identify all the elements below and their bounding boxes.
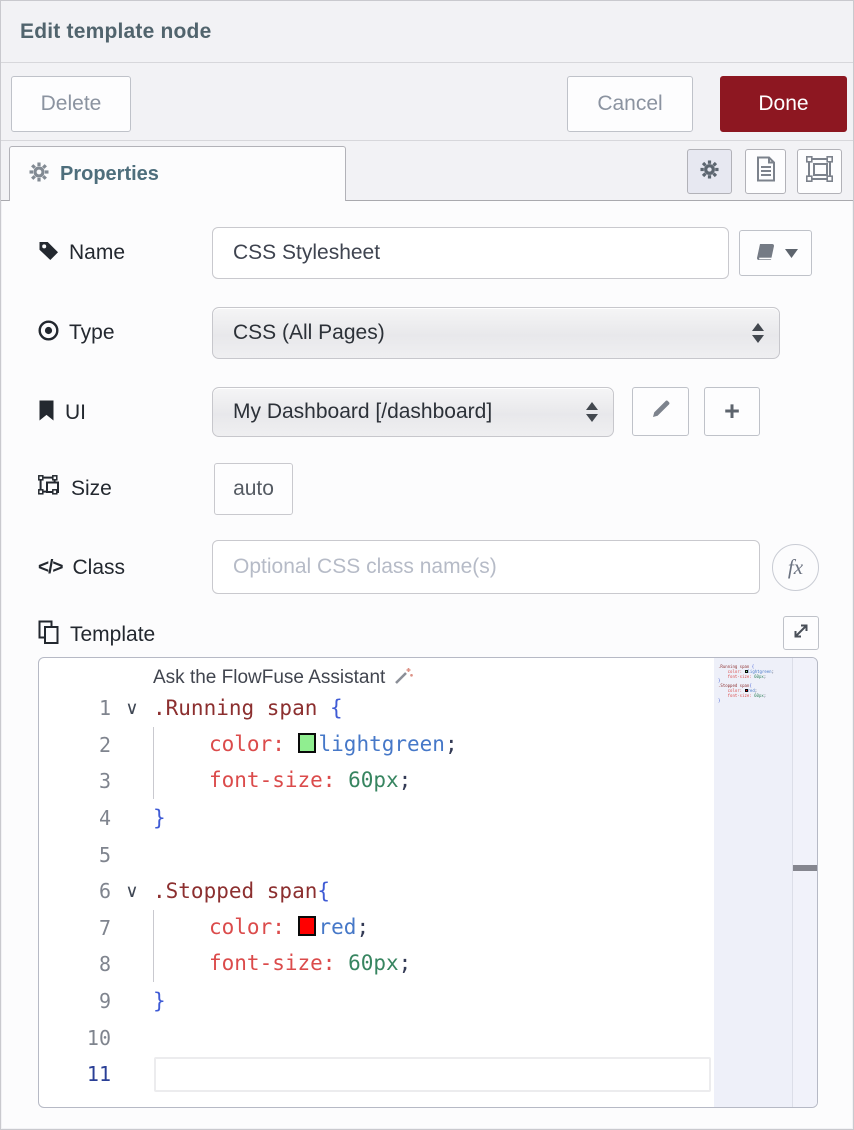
select-arrows-icon [586, 402, 598, 422]
color-swatch[interactable] [298, 916, 316, 936]
minimap-line: } [718, 699, 790, 704]
edit-template-node-dialog: Edit template node Delete Cancel Done Pr… [0, 0, 854, 1130]
action-bar: Delete Cancel Done [1, 64, 853, 141]
size-auto-button[interactable]: auto [214, 463, 293, 515]
code-line[interactable]: 2color: lightgreen; [39, 727, 817, 764]
code-line[interactable]: 9} [39, 983, 817, 1020]
type-label: Type [38, 307, 115, 359]
code-line[interactable]: 8font-size: 60px; [39, 946, 817, 983]
class-label: </> Class [38, 541, 125, 595]
template-code-editor[interactable]: Ask the FlowFuse Assistant 1∨.Running sp… [38, 657, 818, 1108]
code-line[interactable]: 4} [39, 800, 817, 837]
line-number: 3 [39, 769, 111, 793]
cancel-button[interactable]: Cancel [567, 76, 693, 132]
object-group-icon [806, 156, 833, 187]
class-input[interactable] [212, 540, 760, 594]
line-number: 4 [39, 806, 111, 830]
description-tab-button[interactable] [745, 149, 786, 194]
appearance-tab-button[interactable] [797, 149, 842, 194]
delete-button[interactable]: Delete [11, 76, 131, 132]
code-lines[interactable]: 1∨.Running span {2color: lightgreen;3fon… [39, 690, 817, 1093]
library-button[interactable] [739, 230, 812, 276]
expand-icon [793, 623, 809, 644]
line-number: 11 [39, 1062, 111, 1086]
line-number: 1 [39, 696, 111, 720]
circle-dot-icon [38, 320, 59, 347]
gear-icon [700, 160, 719, 184]
ui-select-value: My Dashboard [/dashboard] [213, 400, 578, 424]
copy-pages-icon [38, 620, 60, 651]
name-input[interactable] [212, 227, 729, 279]
line-number: 10 [39, 1026, 111, 1050]
add-ui-button[interactable]: + [704, 387, 760, 436]
type-select[interactable]: CSS (All Pages) [212, 307, 780, 359]
type-select-value: CSS (All Pages) [213, 321, 744, 345]
name-label: Name [38, 227, 125, 279]
line-number: 7 [39, 916, 111, 940]
edit-ui-button[interactable] [632, 387, 689, 436]
dialog-header: Edit template node [1, 1, 853, 63]
done-button[interactable]: Done [720, 76, 847, 132]
code-line[interactable]: 10 [39, 1019, 817, 1056]
code-line[interactable]: 1∨.Running span { [39, 690, 817, 727]
color-swatch[interactable] [298, 733, 316, 753]
caret-down-icon [785, 249, 798, 258]
code-icon: </> [38, 557, 62, 579]
gear-icon [29, 162, 49, 187]
editor-minimap[interactable]: .Running span { color: lightgreen; font-… [714, 658, 792, 1107]
pencil-icon [650, 398, 672, 425]
plus-icon: + [724, 398, 740, 425]
properties-panel: Name Type CSS (All Pages) [2, 201, 852, 1128]
fold-chevron-icon[interactable]: ∨ [111, 881, 153, 902]
editor-tab-bar: Properties [1, 142, 853, 201]
ui-select[interactable]: My Dashboard [/dashboard] [212, 387, 614, 437]
bookmark-icon [38, 400, 55, 427]
scrollbar-thumb[interactable] [793, 865, 817, 871]
size-label: Size [38, 463, 112, 515]
code-line[interactable]: 7color: red; [39, 910, 817, 947]
fx-button[interactable]: fx [772, 544, 819, 591]
document-icon [755, 156, 777, 187]
line-number: 5 [39, 843, 111, 867]
dialog-title: Edit template node [20, 20, 211, 44]
line-number: 9 [39, 989, 111, 1013]
assistant-hint[interactable]: Ask the FlowFuse Assistant [39, 658, 817, 690]
code-line[interactable]: 11 [39, 1056, 817, 1093]
select-arrows-icon [752, 323, 764, 343]
expand-editor-button[interactable] [783, 616, 819, 650]
size-handles-icon [38, 475, 61, 503]
fold-chevron-icon[interactable]: ∨ [111, 698, 153, 719]
template-label: Template [38, 617, 155, 653]
line-number: 8 [39, 952, 111, 976]
tab-properties-label: Properties [60, 163, 159, 186]
book-icon [754, 241, 798, 265]
assistant-hint-text: Ask the FlowFuse Assistant [153, 667, 385, 689]
code-line[interactable]: 5 [39, 836, 817, 873]
editor-scrollbar[interactable] [792, 658, 817, 1107]
code-line[interactable]: 3font-size: 60px; [39, 763, 817, 800]
line-number: 2 [39, 733, 111, 757]
tag-icon [38, 240, 59, 267]
code-line[interactable]: 6∨.Stopped span{ [39, 873, 817, 910]
tab-properties[interactable]: Properties [9, 146, 346, 201]
magic-wand-icon [393, 666, 413, 691]
ui-label: UI [38, 388, 86, 438]
properties-tab-button[interactable] [687, 149, 732, 194]
line-number: 6 [39, 879, 111, 903]
